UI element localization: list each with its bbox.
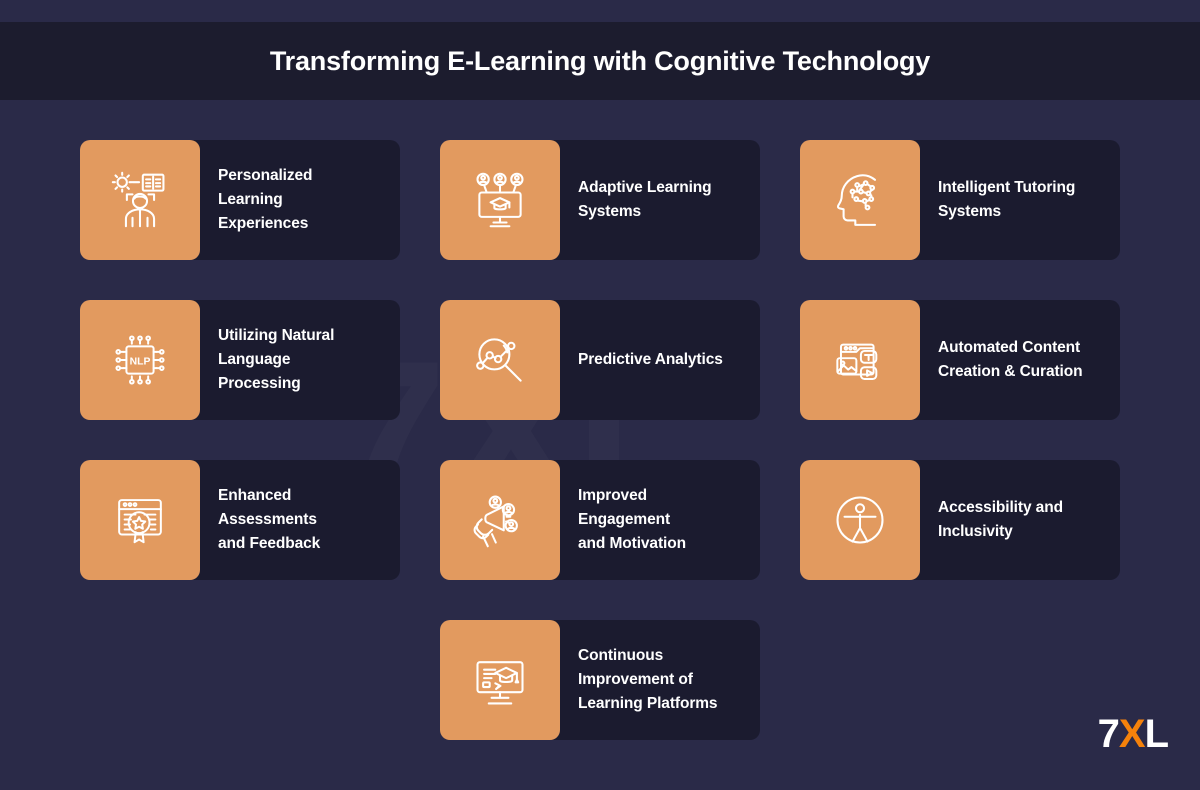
browser-magnifier-star-icon: [118, 499, 162, 544]
card-label: Improved Engagement and Motivation: [578, 486, 686, 552]
icon-tile: [800, 140, 920, 260]
browser-media-text-video-icon: [836, 343, 878, 381]
card-automated-content-creation-curation[interactable]: Automated Content Creation & Curation: [800, 300, 1120, 420]
brand-logo: 7XL: [1097, 712, 1169, 756]
card-enhanced-assessments-and-feedback[interactable]: Enhanced Assessments and Feedback: [80, 460, 400, 580]
card-row-3: Enhanced Assessments and Feedback Improv…: [80, 460, 1120, 580]
logo-part-l: L: [1144, 712, 1169, 756]
card-label: Enhanced Assessments and Feedback: [218, 486, 321, 552]
accessibility-person-icon: [836, 496, 884, 544]
card-adaptive-learning-systems[interactable]: Adaptive Learning Systems: [440, 140, 760, 260]
card-row-2: NLP Utilizing Natural Language Processin…: [80, 300, 1120, 420]
icon-tile: [800, 300, 920, 420]
icon-tile: [80, 460, 200, 580]
nlp-chip-icon: NLP: [115, 335, 165, 385]
card-label: Intelligent Tutoring Systems: [938, 178, 1076, 220]
card-label: Adaptive Learning Systems: [578, 178, 712, 220]
svg-text:NLP: NLP: [130, 357, 151, 368]
card-row-4: Continuous Improvement of Learning Platf…: [80, 620, 1120, 740]
card-label: Continuous Improvement of Learning Platf…: [578, 646, 718, 712]
monitor-graduation-cap-icon: [476, 661, 524, 705]
page-title: Transforming E-Learning with Cognitive T…: [269, 45, 931, 76]
card-personalized-learning-experiences[interactable]: Personalized Learning Experiences: [80, 140, 400, 260]
logo-part-7: 7: [1097, 712, 1120, 756]
magnifier-datapoints-icon: [476, 338, 522, 382]
megaphone-users-icon: [473, 495, 518, 548]
icon-tile: [440, 300, 560, 420]
header-banner: Transforming E-Learning with Cognitive T…: [0, 22, 1200, 100]
card-improved-engagement-and-motivation[interactable]: Improved Engagement and Motivation: [440, 460, 760, 580]
icon-tile: [440, 140, 560, 260]
icon-tile: [800, 460, 920, 580]
card-continuous-improvement-of-learning-platforms[interactable]: Continuous Improvement of Learning Platf…: [440, 620, 760, 740]
card-label: Accessibility and Inclusivity: [938, 498, 1063, 540]
icon-tile: [440, 620, 560, 740]
icon-tile: [440, 460, 560, 580]
card-label: Automated Content Creation & Curation: [938, 338, 1083, 380]
card-label: Utilizing Natural Language Processing: [218, 326, 335, 392]
card-predictive-analytics[interactable]: Predictive Analytics: [440, 300, 760, 420]
logo-part-x: X: [1118, 712, 1146, 756]
monitor-graduation-users-icon: [476, 172, 524, 228]
card-label: Predictive Analytics: [578, 350, 723, 368]
icon-tile: NLP: [80, 300, 200, 420]
person-gear-book-icon: [111, 171, 165, 228]
card-intelligent-tutoring-systems[interactable]: Intelligent Tutoring Systems: [800, 140, 1120, 260]
feature-card-grid: Personalized Learning Experiences Adapti…: [80, 140, 1120, 780]
card-row-1: Personalized Learning Experiences Adapti…: [80, 140, 1120, 260]
head-neural-network-icon: [836, 174, 877, 226]
card-label: Personalized Learning Experiences: [218, 166, 313, 232]
card-utilizing-natural-language-processing[interactable]: NLP Utilizing Natural Language Processin…: [80, 300, 400, 420]
icon-tile: [80, 140, 200, 260]
card-accessibility-and-inclusivity[interactable]: Accessibility and Inclusivity: [800, 460, 1120, 580]
